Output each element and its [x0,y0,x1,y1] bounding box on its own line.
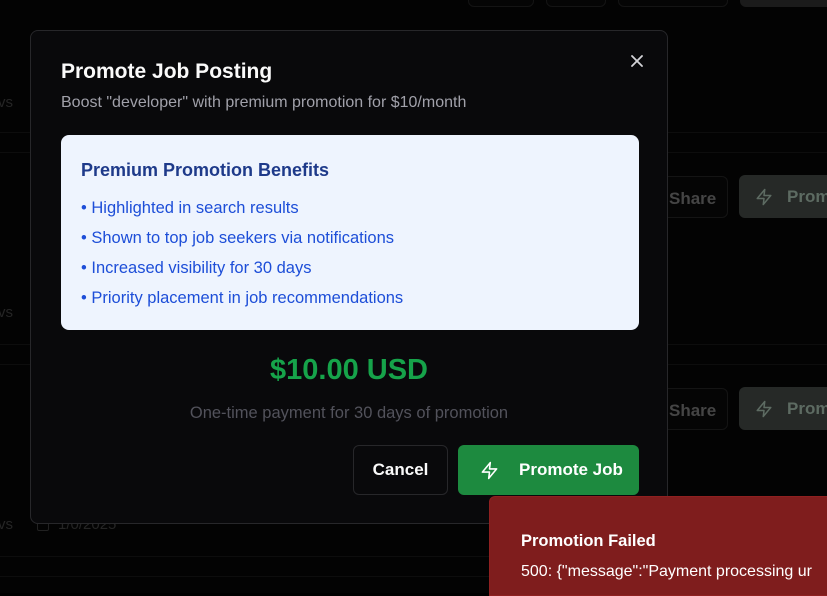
dialog-subtitle: Boost "developer" with premium promotion… [61,94,467,111]
benefit-item: • Shown to top job seekers via notificat… [81,229,395,247]
cancel-label: Cancel [372,460,429,479]
close-icon [631,55,643,67]
toast-title: Promotion Failed [521,532,656,550]
price-note: One-time payment for 30 days of promotio… [189,404,509,422]
cancel-button[interactable]: Cancel [353,445,448,495]
lightning-icon [480,460,499,481]
benefit-item: • Increased visibility for 30 days [81,259,312,277]
benefit-item: • Highlighted in search results [81,199,299,217]
benefits-panel: Premium Promotion Benefits • Highlighted… [61,135,639,330]
toast-message: 500: {"message":"Payment processing ur [521,563,812,580]
dialog-title: Promote Job Posting [61,60,273,83]
benefits-title: Premium Promotion Benefits [81,160,330,180]
promote-job-dialog: Promote Job Posting Boost "developer" wi… [30,30,668,524]
error-toast[interactable]: Promotion Failed 500: {"message":"Paymen… [489,496,827,596]
price-amount: $10.00 USD [270,354,428,386]
benefit-item: • Priority placement in job recommendati… [81,289,404,307]
promote-job-button[interactable]: Promote Job [458,445,639,495]
benefits-list: • Highlighted in search results • Shown … [81,198,403,318]
close-button[interactable] [627,51,647,71]
promote-job-label: Promote Job [519,460,623,479]
